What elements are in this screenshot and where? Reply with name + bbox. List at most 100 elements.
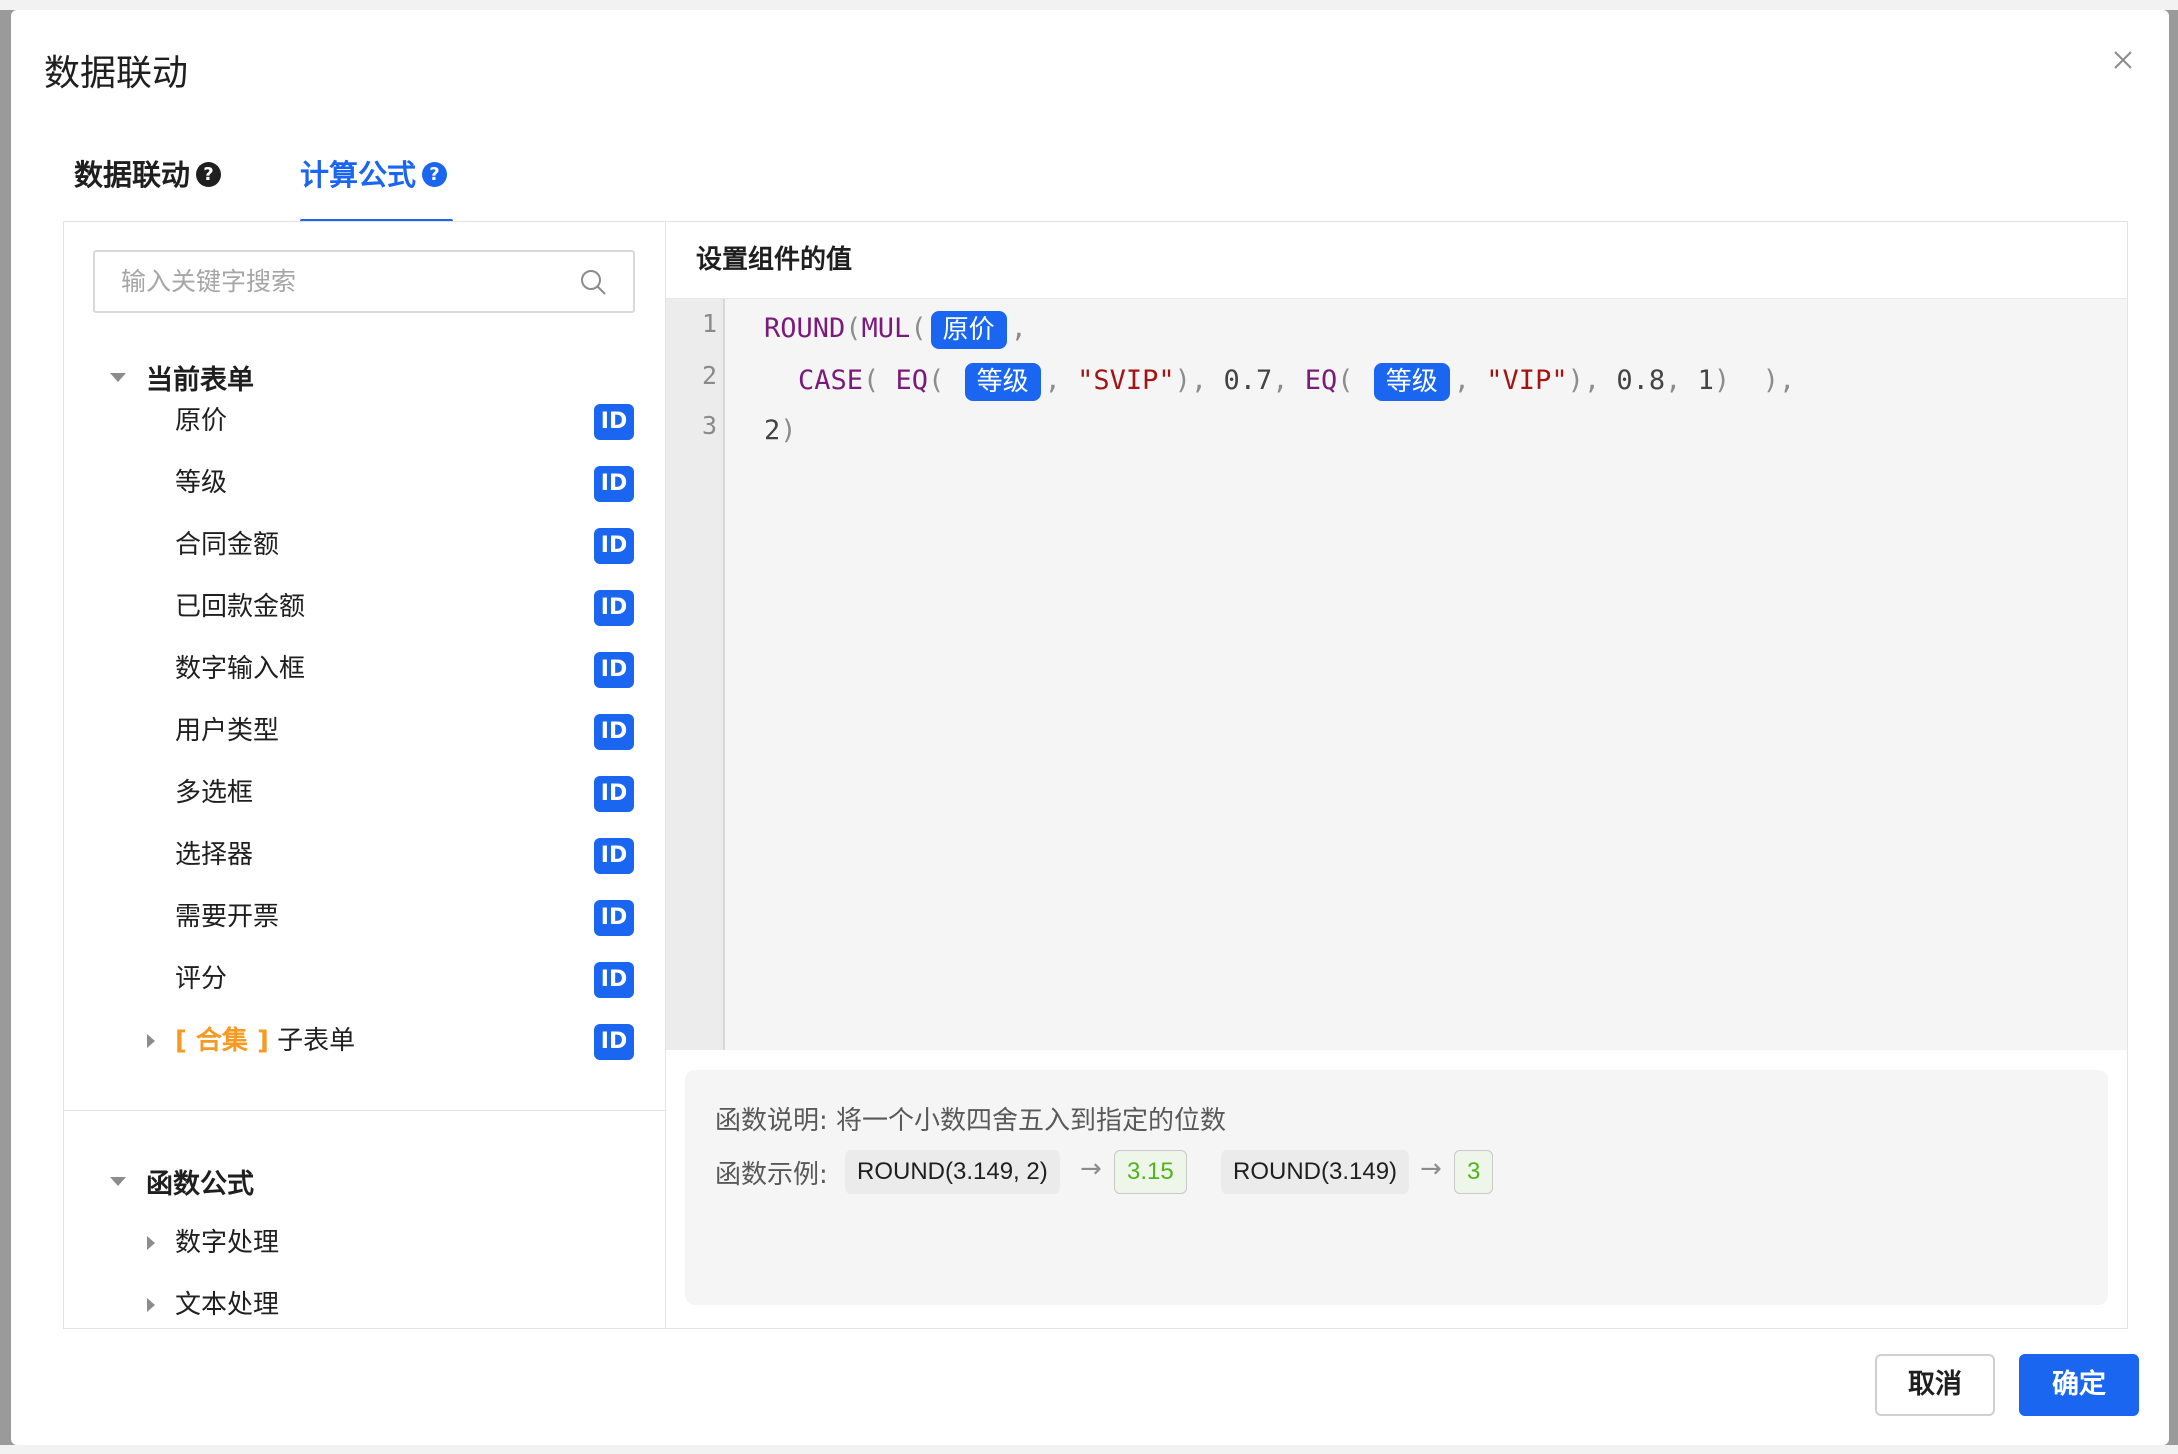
example-expression: ROUND(3.149)	[1221, 1150, 1410, 1194]
example-expression: ROUND(3.149, 2)	[845, 1150, 1060, 1194]
search-box	[93, 250, 635, 313]
code-line-3[interactable]: 2)	[764, 411, 797, 451]
code-punc: (	[928, 365, 961, 396]
code-punc: ,	[1272, 365, 1305, 396]
id-badge[interactable]: ID	[594, 466, 634, 502]
group-label: 当前表单	[146, 364, 254, 396]
field-label: 选择器	[175, 840, 254, 870]
help-icon[interactable]: ?	[196, 162, 222, 187]
confirm-button[interactable]: 确定	[2019, 1354, 2139, 1416]
field-label: 等级	[175, 468, 228, 498]
search-icon[interactable]	[579, 268, 607, 296]
field-label: 评分	[175, 964, 228, 994]
tab-data-linkage[interactable]: 数据联动 ?	[74, 145, 222, 223]
cancel-button[interactable]: 取消	[1875, 1354, 1995, 1416]
code-line-1[interactable]: ROUND(MUL(原价,	[764, 309, 1027, 349]
group-functions[interactable]: 函数公式	[64, 1156, 254, 1206]
id-badge[interactable]: ID	[594, 776, 634, 812]
field-item[interactable]: 用户类型 ID	[64, 706, 665, 756]
subform-item[interactable]: [ 合集 ] 子表单 ID	[64, 1016, 665, 1066]
example-label: 函数示例:	[715, 1160, 828, 1190]
tree-divider	[64, 1110, 665, 1111]
field-item[interactable]: 合同金额 ID	[64, 520, 665, 570]
close-button[interactable]	[2103, 40, 2143, 80]
field-label: 数字输入框	[175, 654, 306, 684]
field-token[interactable]: 等级	[1373, 362, 1450, 401]
field-item[interactable]: 多选框 ID	[64, 768, 665, 818]
arrow-right-icon: →	[1420, 1154, 1442, 1184]
example-result: 3	[1454, 1150, 1494, 1194]
field-token[interactable]: 等级	[964, 362, 1041, 401]
code-number: 1	[1697, 365, 1714, 396]
function-description: 函数说明: 将一个小数四舍五入到指定的位数 函数示例: ROUND(3.149,…	[685, 1070, 2108, 1305]
field-item[interactable]: 原价 ID	[64, 396, 665, 446]
line-number-gutter: 1 2 3	[666, 299, 725, 1050]
code-editor[interactable]: 1 2 3 ROUND(MUL(原价, CASE( EQ( 等级, "SVIP"…	[666, 298, 2127, 1050]
code-number: 0.7	[1223, 365, 1273, 396]
id-badge[interactable]: ID	[594, 590, 634, 626]
code-function: EQ	[895, 365, 929, 396]
group-label: 函数公式	[146, 1168, 254, 1200]
data-linkage-dialog: 数据联动 数据联动 ? 计算公式 ? 输入关键字搜索 当前表单 原价 ID 等级…	[11, 10, 2169, 1445]
id-badge[interactable]: ID	[594, 838, 634, 874]
code-punc: ,	[1453, 365, 1487, 396]
caret-down-icon	[110, 1176, 126, 1186]
code-number: 0.8	[1616, 365, 1666, 396]
code-function: ROUND	[764, 313, 846, 344]
tab-label: 数据联动	[74, 158, 191, 192]
field-label: 合同金额	[175, 530, 280, 560]
caret-right-icon[interactable]	[147, 1298, 155, 1312]
arrow-right-icon: →	[1080, 1154, 1102, 1184]
code-string: "VIP"	[1486, 365, 1568, 396]
code-line-2[interactable]: CASE( EQ( 等级, "SVIP"), 0.7, EQ( 等级, "VIP…	[798, 361, 1795, 401]
id-badge[interactable]: ID	[594, 652, 634, 688]
field-token[interactable]: 原价	[930, 310, 1007, 349]
code-punc: ,	[1010, 313, 1027, 344]
line-number: 1	[701, 309, 717, 338]
field-item[interactable]: 选择器 ID	[64, 830, 665, 880]
example-result: 3.15	[1114, 1150, 1187, 1194]
help-icon[interactable]: ?	[422, 162, 448, 187]
code-punc: (	[863, 365, 896, 396]
line-number: 3	[701, 411, 717, 440]
close-icon	[2114, 51, 2132, 69]
tab-formula[interactable]: 计算公式 ?	[300, 145, 454, 223]
function-category-item[interactable]: 数字处理	[64, 1218, 665, 1268]
subform-label: 子表单	[277, 1026, 356, 1056]
id-badge[interactable]: ID	[594, 962, 634, 998]
field-item[interactable]: 需要开票 ID	[64, 892, 665, 942]
background-page-bottom	[0, 1445, 2178, 1454]
field-item[interactable]: 评分 ID	[64, 954, 665, 1004]
background-page-top	[0, 0, 2178, 10]
code-punc: ),	[1174, 365, 1224, 396]
search-input[interactable]	[95, 252, 561, 311]
id-badge[interactable]: ID	[594, 714, 634, 750]
function-category-label: 文本处理	[175, 1290, 280, 1320]
group-current-form[interactable]: 当前表单	[64, 352, 254, 402]
code-punc: ,	[1665, 365, 1698, 396]
id-badge[interactable]: ID	[594, 900, 634, 936]
formula-editor-panel: 设置组件的值 1 2 3 ROUND(MUL(原价, CASE( EQ( 等级,…	[666, 222, 2127, 1328]
dialog-title: 数据联动	[44, 53, 189, 94]
formula-panel: 当前表单 原价 ID 等级 ID 合同金额 ID 已回款金额 ID	[63, 221, 2128, 1329]
field-item[interactable]: 等级 ID	[64, 458, 665, 508]
code-punc: ),	[1567, 365, 1617, 396]
caret-right-icon[interactable]	[147, 1236, 155, 1250]
field-item[interactable]: 已回款金额 ID	[64, 582, 665, 632]
id-badge[interactable]: ID	[594, 1024, 634, 1060]
function-category-label: 数字处理	[175, 1228, 280, 1258]
id-badge[interactable]: ID	[594, 404, 634, 440]
caret-right-icon[interactable]	[147, 1034, 155, 1048]
tab-label: 计算公式	[300, 158, 417, 192]
function-description-text: 函数说明: 将一个小数四舍五入到指定的位数	[715, 1106, 1227, 1136]
id-badge[interactable]: ID	[594, 528, 634, 564]
code-function: CASE	[798, 365, 864, 396]
function-category-item[interactable]: 文本处理	[64, 1280, 665, 1328]
code-punc: ) ),	[1713, 365, 1796, 396]
field-item[interactable]: 数字输入框 ID	[64, 644, 665, 694]
line-number: 2	[701, 361, 717, 390]
code-punc: )	[780, 415, 797, 446]
field-label: 需要开票	[175, 902, 280, 932]
code-punc: (	[910, 313, 927, 344]
caret-down-icon	[110, 372, 126, 382]
